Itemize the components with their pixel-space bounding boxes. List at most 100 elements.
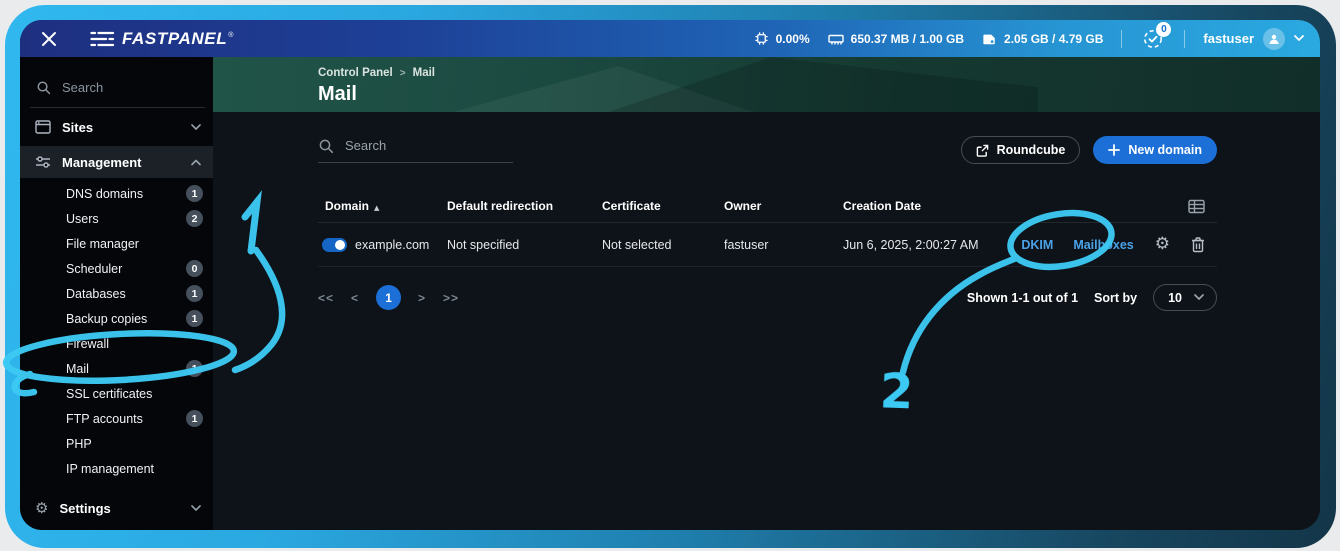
row-settings-gear-icon[interactable]: ⚙: [1155, 236, 1170, 253]
creation-date-value: Jun 6, 2025, 2:00:27 AM: [836, 238, 1032, 252]
column-header-certificate[interactable]: Certificate: [595, 199, 717, 213]
breadcrumb-control-panel[interactable]: Control Panel: [318, 67, 393, 79]
toolbar: Roundcube New domain: [318, 136, 1217, 164]
chevron-down-icon: [191, 124, 201, 131]
app-window: FASTPANEL ® 0.00% 650.37 MB / 1.00: [20, 20, 1320, 530]
table-search: [318, 137, 513, 163]
column-header-creation-date[interactable]: Creation Date: [836, 199, 1032, 213]
count-badge: 0: [186, 260, 203, 277]
disk-icon: [982, 32, 997, 46]
chevron-down-icon: [1294, 35, 1304, 42]
topbar-right: 0.00% 650.37 MB / 1.00 GB 2.05 GB / 4.79…: [754, 26, 1304, 52]
sidebar-item-users[interactable]: Users 2: [20, 206, 213, 231]
breadcrumb-mail: Mail: [413, 67, 435, 79]
sidebar-search-input[interactable]: [60, 79, 180, 96]
certificate-value: Not selected: [595, 238, 717, 252]
roundcube-button[interactable]: Roundcube: [961, 136, 1081, 164]
close-icon[interactable]: [34, 24, 64, 54]
sidebar-item-databases[interactable]: Databases 1: [20, 281, 213, 306]
dkim-link[interactable]: DKIM: [1021, 238, 1053, 252]
column-header-domain[interactable]: Domain▲: [318, 199, 440, 213]
sidebar-item-ftp-accounts[interactable]: FTP accounts 1: [20, 406, 213, 431]
notifications-button[interactable]: 0: [1140, 26, 1166, 52]
column-header-default-redirection[interactable]: Default redirection: [440, 199, 595, 213]
management-icon: [35, 155, 51, 169]
notifications-count-badge: 0: [1156, 22, 1171, 37]
ram-usage-stat: 650.37 MB / 1.00 GB: [828, 32, 964, 46]
sort-asc-icon: ▲: [374, 204, 379, 212]
disk-usage-value: 2.05 GB / 4.79 GB: [1004, 32, 1103, 46]
sidebar-search: [30, 71, 205, 108]
sidebar-item-firewall[interactable]: Firewall: [20, 331, 213, 356]
user-icon: [1268, 33, 1280, 45]
username-label: fastuser: [1203, 31, 1254, 46]
domain-name: example.com: [355, 238, 429, 252]
topbar-divider: [1121, 30, 1122, 48]
table-row: example.com Not specified Not selected f…: [318, 223, 1217, 267]
per-page-select[interactable]: 10: [1153, 284, 1217, 311]
sidebar-item-scheduler[interactable]: Scheduler 0: [20, 256, 213, 281]
logo-registered-mark: ®: [228, 32, 233, 39]
content-area: Roundcube New domain Domain▲: [213, 112, 1320, 530]
ram-usage-value: 650.37 MB / 1.00 GB: [851, 32, 964, 46]
current-page-button[interactable]: 1: [376, 285, 401, 310]
sidebar-item-sites[interactable]: Sites: [20, 111, 213, 143]
fastpanel-logo-icon: [90, 30, 115, 48]
sidebar-item-settings[interactable]: ⚙ Settings: [20, 492, 213, 524]
next-page-button[interactable]: >: [418, 291, 426, 305]
prev-page-button[interactable]: <: [351, 291, 359, 305]
count-badge: 1: [186, 410, 203, 427]
page-title: Mail: [318, 83, 1320, 106]
sidebar-item-label: Sites: [62, 120, 93, 135]
chevron-down-icon: [1194, 294, 1204, 301]
avatar: [1263, 28, 1285, 50]
sidebar-item-file-manager[interactable]: File manager: [20, 231, 213, 256]
new-domain-button[interactable]: New domain: [1093, 136, 1217, 164]
chevron-up-icon: [191, 159, 201, 166]
cpu-icon: [754, 31, 769, 46]
breadcrumb: Control Panel > Mail: [318, 67, 1320, 79]
sidebar-item-backup-copies[interactable]: Backup copies 1: [20, 306, 213, 331]
cpu-usage-stat: 0.00%: [754, 31, 810, 46]
count-badge: 1: [186, 185, 203, 202]
sidebar-item-management[interactable]: Management: [20, 146, 213, 178]
fastpanel-logo[interactable]: FASTPANEL ®: [90, 29, 233, 49]
pagination-controls: << < 1 > >>: [318, 285, 459, 310]
pagination-summary: Shown 1-1 out of 1 Sort by 10: [967, 284, 1217, 311]
mailboxes-link[interactable]: Mailboxes: [1073, 238, 1133, 252]
pagination-bar: << < 1 > >> Shown 1-1 out of 1 Sort by 1…: [318, 284, 1217, 311]
table-header-row: Domain▲ Default redirection Certificate …: [318, 190, 1217, 223]
user-menu[interactable]: fastuser: [1203, 28, 1304, 50]
sidebar-item-dns-domains[interactable]: DNS domains 1: [20, 181, 213, 206]
column-settings-icon[interactable]: [1188, 199, 1205, 214]
topbar: FASTPANEL ® 0.00% 650.37 MB / 1.00: [20, 20, 1320, 57]
main-area: Control Panel > Mail Mail: [213, 57, 1320, 530]
count-badge: 1: [186, 285, 203, 302]
sidebar-item-ip-management[interactable]: IP management: [20, 456, 213, 481]
sidebar-item-label: Management: [62, 155, 141, 170]
redirection-value: Not specified: [440, 238, 595, 252]
sidebar-item-mail[interactable]: Mail 1: [20, 356, 213, 381]
gear-icon: ⚙: [35, 501, 48, 516]
search-icon: [36, 80, 51, 95]
column-header-owner[interactable]: Owner: [717, 199, 836, 213]
table-search-input[interactable]: [343, 137, 493, 154]
chevron-down-icon: [191, 505, 201, 512]
screenshot-root: FASTPANEL ® 0.00% 650.37 MB / 1.00: [0, 0, 1340, 551]
sidebar: Sites Management: [20, 57, 213, 530]
breadcrumb-separator: >: [400, 68, 406, 79]
count-badge: 1: [186, 310, 203, 327]
sidebar-item-php[interactable]: PHP: [20, 431, 213, 456]
topbar-divider: [1184, 30, 1185, 48]
owner-value: fastuser: [717, 238, 836, 252]
last-page-button[interactable]: >>: [443, 291, 459, 305]
page-header: Control Panel > Mail Mail: [213, 57, 1320, 112]
sidebar-item-ssl-certificates[interactable]: SSL certificates: [20, 381, 213, 406]
first-page-button[interactable]: <<: [318, 291, 334, 305]
toolbar-buttons: Roundcube New domain: [961, 136, 1217, 164]
count-badge: 2: [186, 210, 203, 227]
cpu-usage-value: 0.00%: [776, 32, 810, 46]
delete-trash-icon[interactable]: [1191, 237, 1205, 253]
domain-enabled-toggle[interactable]: [322, 238, 347, 252]
disk-usage-stat: 2.05 GB / 4.79 GB: [982, 32, 1103, 46]
